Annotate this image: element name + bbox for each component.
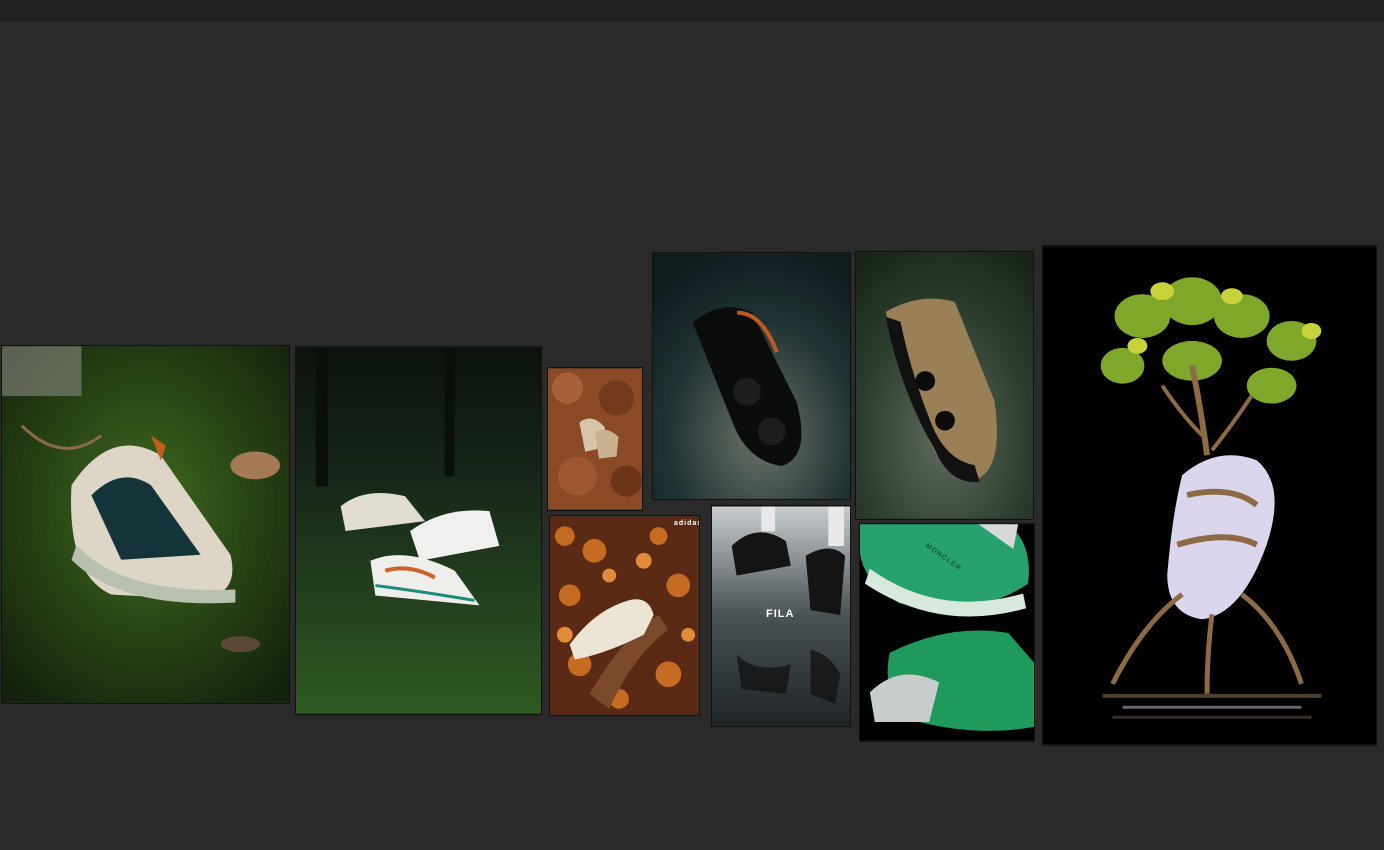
floating-shoe-icon xyxy=(653,253,850,499)
fila-logo: FILA xyxy=(766,608,794,620)
sneakers-in-clay-icon xyxy=(548,368,642,510)
tan-sneaker-floating-photo[interactable] xyxy=(855,251,1034,520)
adidas-logo-text: adidas xyxy=(674,520,700,527)
sneakers-in-clay-photo[interactable] xyxy=(547,367,643,511)
floating-shoe-icon xyxy=(856,252,1033,519)
top-bar xyxy=(0,0,1384,22)
sneaker-with-tree-icon xyxy=(1043,246,1376,745)
sneaker-mangrove-tree-photo[interactable] xyxy=(1042,245,1377,746)
adidas-autumn-leaves-photo[interactable]: adidas xyxy=(549,515,700,716)
fila-reflection-photo[interactable]: FILA xyxy=(711,505,851,727)
sneakers-in-forest-icon xyxy=(296,347,541,714)
three-sneakers-forest-moss-photo[interactable] xyxy=(295,346,542,715)
moncler-green-sneakers-photo[interactable]: MONCLER xyxy=(859,523,1035,742)
adidas-logo: adidas xyxy=(674,520,700,527)
fila-logo-text: FILA xyxy=(766,608,795,620)
sneaker-on-moss-icon xyxy=(2,346,289,703)
black-sneaker-floating-photo[interactable] xyxy=(652,252,851,500)
asics-moss-butterfly-photo[interactable] xyxy=(1,345,290,704)
sneaker-in-leaves-icon xyxy=(550,516,699,715)
